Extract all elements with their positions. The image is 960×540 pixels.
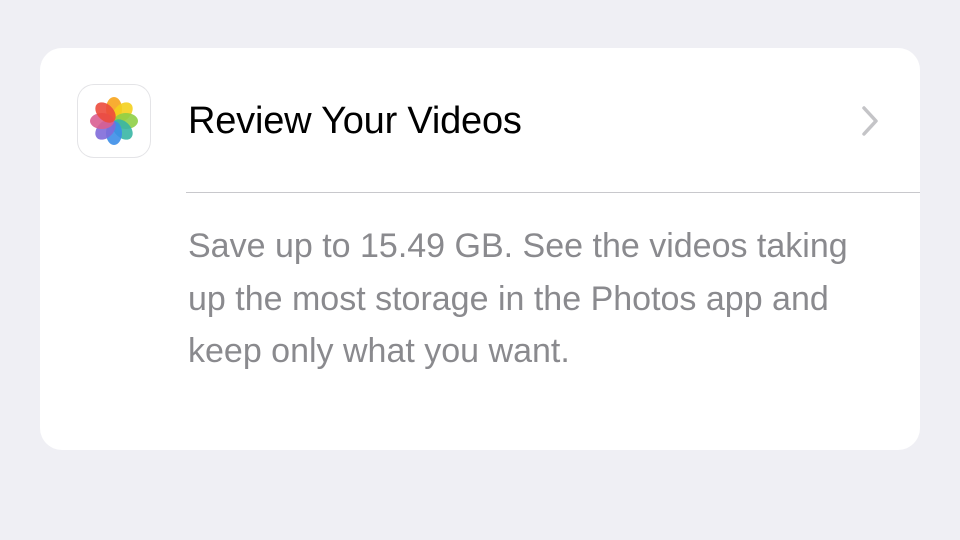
row-title: Review Your Videos	[188, 100, 522, 142]
row-description: Save up to 15.49 GB. See the videos taki…	[188, 227, 848, 370]
photos-flower-icon	[90, 97, 138, 145]
chevron-right-icon	[862, 106, 878, 136]
row-divider	[186, 192, 920, 193]
photos-app-icon	[78, 85, 150, 157]
review-videos-row[interactable]: Review Your Videos	[40, 48, 920, 193]
recommendation-card: Review Your Videos Save up to 15.49 GB. …	[40, 48, 920, 450]
